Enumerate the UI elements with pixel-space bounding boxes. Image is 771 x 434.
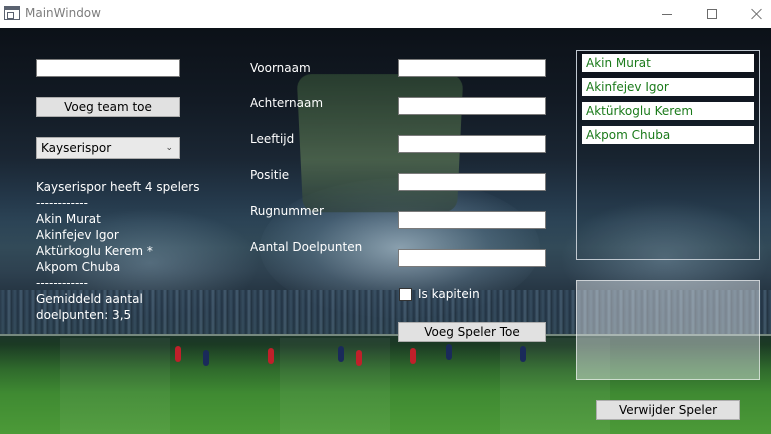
pitch-stripe — [280, 338, 390, 434]
player-figure — [520, 346, 526, 362]
add-player-button[interactable]: Voeg Speler Toe — [398, 322, 546, 342]
voornaam-input[interactable] — [398, 59, 546, 77]
maximize-icon — [707, 9, 717, 19]
list-item[interactable]: Akinfejev Igor — [582, 78, 754, 96]
remove-player-button[interactable]: Verwijder Speler — [596, 400, 740, 420]
close-button[interactable] — [734, 0, 771, 28]
team-summary-header: Kayserispor heeft 4 spelers — [36, 180, 200, 194]
players-listbox[interactable]: Akin Murat Akinfejev Igor Aktürkoglu Ker… — [576, 50, 760, 260]
positie-label: Positie — [250, 168, 290, 182]
team-summary-average: Gemiddeld aantal — [36, 292, 143, 306]
team-name-input[interactable] — [36, 59, 180, 77]
close-icon — [751, 8, 763, 20]
player-figure — [338, 346, 344, 362]
team-summary-player: Akin Murat — [36, 212, 101, 226]
main-window-client: Voeg team toe Kayserispor ⌄ Kayserispor … — [0, 28, 771, 434]
team-summary: Kayserispor heeft 4 spelers ------------… — [36, 179, 236, 323]
chevron-down-icon: ⌄ — [165, 143, 173, 153]
team-summary-player: Akpom Chuba — [36, 260, 121, 274]
window-title: MainWindow — [25, 6, 101, 20]
minimize-icon — [662, 13, 672, 15]
list-item[interactable]: Akin Murat — [582, 54, 754, 72]
kapitein-checkbox[interactable] — [399, 288, 412, 301]
list-item[interactable]: Aktürkoglu Kerem — [582, 102, 754, 120]
pitch-stripe — [60, 338, 170, 434]
doelpunten-label: Aantal Doelpunten — [250, 240, 363, 254]
player-details-panel — [576, 280, 760, 380]
rugnummer-label: Rugnummer — [250, 204, 324, 218]
player-figure — [446, 344, 452, 360]
leeftijd-input[interactable] — [398, 135, 546, 153]
achternaam-input[interactable] — [398, 97, 546, 115]
rugnummer-input[interactable] — [398, 211, 546, 229]
title-bar: MainWindow — [0, 0, 771, 28]
player-figure — [203, 350, 209, 366]
voornaam-label: Voornaam — [250, 61, 311, 75]
team-summary-player: Aktürkoglu Kerem * — [36, 244, 153, 258]
team-summary-separator: ------------ — [36, 196, 88, 210]
player-figure — [175, 346, 181, 362]
maximize-button[interactable] — [689, 0, 735, 28]
add-team-button[interactable]: Voeg team toe — [36, 97, 180, 117]
leeftijd-label: Leeftijd — [250, 132, 295, 146]
window-app-icon — [4, 6, 20, 20]
player-figure — [268, 348, 274, 364]
team-select[interactable]: Kayserispor ⌄ — [36, 137, 180, 159]
positie-input[interactable] — [398, 173, 546, 191]
player-figure — [410, 348, 416, 364]
list-item[interactable]: Akpom Chuba — [582, 126, 754, 144]
doelpunten-input[interactable] — [398, 249, 546, 267]
team-summary-player: Akinfejev Igor — [36, 228, 119, 242]
team-summary-average: doelpunten: 3,5 — [36, 308, 132, 322]
team-summary-separator: ------------ — [36, 276, 88, 290]
kapitein-label: Is kapitein — [418, 287, 480, 301]
player-figure — [356, 350, 362, 366]
team-select-value: Kayserispor — [41, 141, 112, 155]
achternaam-label: Achternaam — [250, 96, 324, 110]
minimize-button[interactable] — [644, 0, 690, 28]
